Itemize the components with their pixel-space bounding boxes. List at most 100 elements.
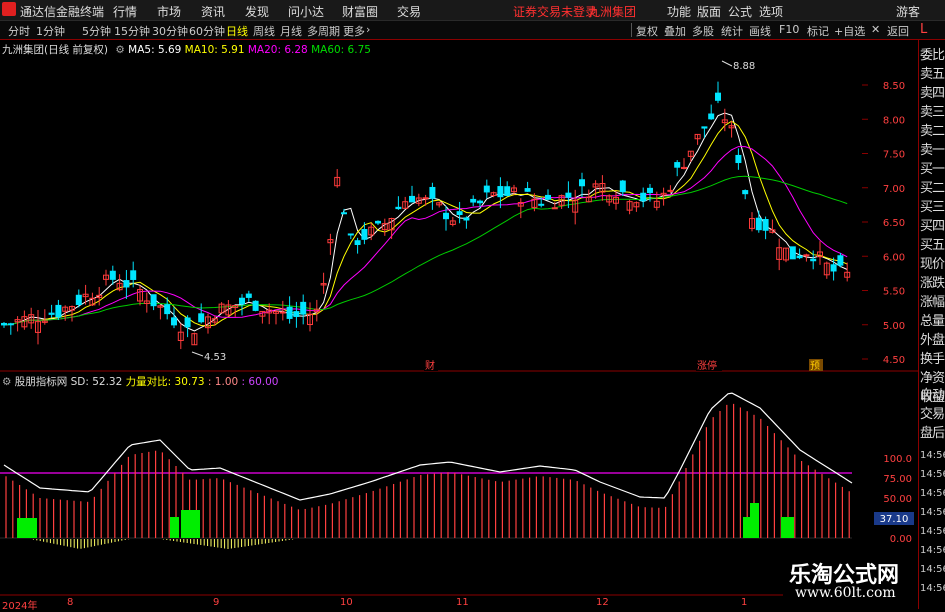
sub-tick-label: 0.00: [890, 534, 912, 545]
candle-body: [7, 323, 14, 326]
candle-body: [150, 294, 157, 307]
menu-xuanxiang[interactable]: 选项: [759, 3, 783, 20]
sub-tick-label: 100.0: [883, 454, 912, 465]
candle-body: [75, 294, 82, 305]
date-axis: 2024年 8 9 10 11 12 1: [0, 597, 918, 612]
app-title: 通达信金融终端: [20, 5, 105, 19]
tool-fanhui[interactable]: 返回: [887, 23, 909, 39]
candle-body: [184, 317, 191, 328]
more-chevron-icon[interactable]: ›: [366, 23, 370, 36]
trade-time: 14:56: [920, 507, 945, 518]
menu-zixun[interactable]: 资讯: [201, 3, 225, 20]
price-axes: 8.50 8.00 7.50 7.00 6.50 6.00 5.50 5.00 4.50 100.…: [862, 81, 914, 545]
tool-huaxian[interactable]: 画线: [749, 23, 771, 39]
tool-diejia[interactable]: 叠加: [664, 23, 686, 39]
menu-shichang[interactable]: 市场: [157, 3, 181, 20]
tool-biaoji[interactable]: 标记: [807, 23, 829, 39]
candle-body: [565, 192, 572, 198]
menu-banmian[interactable]: 版面: [697, 3, 721, 20]
candle-body: [830, 264, 837, 272]
trade-time: 14:56: [920, 526, 945, 537]
quote-field-label: 委比: [920, 48, 945, 63]
date-label: 11: [456, 597, 469, 608]
menu-gongneng[interactable]: 功能: [667, 3, 691, 20]
green-signal-bar: [17, 518, 37, 538]
candle-body: [667, 189, 674, 192]
candle-body: [796, 255, 803, 259]
price-tick-label: 5.00: [883, 321, 905, 332]
period-5min[interactable]: 5分钟: [82, 23, 111, 39]
period-1min[interactable]: 1分钟: [36, 23, 65, 39]
period-toolbar: 分时 1分钟 5分钟 15分钟 30分钟 60分钟 日线 周线 月线 多周期 更…: [0, 21, 945, 40]
candle-body: [1, 322, 7, 326]
candle-body: [395, 206, 402, 210]
close-x-icon[interactable]: ✕: [871, 23, 880, 36]
period-multi[interactable]: 多周期: [307, 23, 340, 39]
candle-body: [674, 162, 681, 168]
candle-body: [524, 188, 531, 192]
guest-user[interactable]: 游客: [896, 3, 920, 20]
candle-body: [640, 192, 647, 202]
menu-gongshi[interactable]: 公式: [728, 3, 752, 20]
period-more[interactable]: 更多: [343, 23, 365, 39]
green-signal-bar: [181, 510, 200, 538]
period-daily[interactable]: 日线: [226, 23, 248, 39]
candle-body: [803, 254, 810, 257]
period-15min[interactable]: 15分钟: [114, 23, 150, 39]
candle-body: [171, 317, 177, 326]
candle-body: [293, 311, 300, 317]
quote-field-label: 卖五: [920, 67, 945, 82]
date-label: 10: [340, 597, 353, 608]
trade-time: 14:56: [920, 583, 945, 594]
period-30min[interactable]: 30分钟: [152, 23, 188, 39]
low-label: 4.53: [204, 352, 226, 363]
chart-annotations: 8.88 4.53 财 涨停 预: [191, 60, 823, 372]
candle-body: [742, 190, 749, 195]
trade-time: 14:56: [920, 488, 945, 499]
candle-body: [354, 240, 361, 245]
trade-time: 14:56: [920, 564, 945, 575]
date-label: 1: [741, 597, 748, 608]
quote-field-label: 卖四: [920, 86, 945, 101]
quote-field-label: 自动: [920, 388, 945, 403]
menu-hangqing[interactable]: 行情: [113, 3, 137, 20]
price-tick-label: 8.50: [883, 81, 905, 92]
candle-body: [504, 186, 511, 196]
kline-chart[interactable]: 8.50 8.00 7.50 7.00 6.50 6.00 5.50 5.00 4.50 100.…: [0, 40, 918, 597]
green-signal-bar: [781, 517, 794, 538]
date-label: 12: [596, 597, 609, 608]
indicator-panel: [0, 392, 853, 549]
candle-body: [245, 293, 252, 298]
candle-body: [198, 313, 205, 323]
trade-login-warning[interactable]: 证券交易未登录: [513, 3, 597, 20]
candle-body: [483, 185, 490, 193]
price-tick-label: 7.00: [883, 184, 905, 195]
candle-body: [545, 194, 551, 200]
tool-fuquan[interactable]: 复权: [636, 23, 658, 39]
quote-field-label: 卖二: [920, 124, 945, 139]
tool-f10[interactable]: F10: [779, 23, 799, 36]
candle-body: [300, 301, 307, 315]
candle-body: [286, 306, 293, 319]
tool-add-favorite[interactable]: +自选: [834, 23, 865, 39]
quote-field-label: 卖三: [920, 105, 945, 120]
period-monthly[interactable]: 月线: [280, 23, 302, 39]
candle-body: [755, 217, 762, 231]
period-weekly[interactable]: 周线: [253, 23, 275, 39]
trade-time: 14:56: [920, 450, 945, 461]
period-fenshi[interactable]: 分时: [8, 23, 30, 39]
menu-jiaoyi[interactable]: 交易: [397, 3, 421, 20]
quote-field-label: 现价: [920, 257, 945, 272]
menu-caifuquan[interactable]: 财富圈: [342, 3, 378, 20]
tool-duogu[interactable]: 多股: [692, 23, 714, 39]
date-label: 8: [67, 597, 74, 608]
period-60min[interactable]: 60分钟: [189, 23, 225, 39]
quote-field-label: 外盘: [920, 333, 945, 348]
menu-wenxiaoda[interactable]: 问小达: [288, 3, 324, 20]
candle-body: [409, 195, 415, 203]
menu-faxian[interactable]: 发现: [245, 3, 269, 20]
candle-body: [497, 186, 504, 198]
quote-l-label: L: [920, 22, 927, 37]
event-marker: 预: [810, 360, 820, 372]
tool-tongji[interactable]: 统计: [721, 23, 743, 39]
